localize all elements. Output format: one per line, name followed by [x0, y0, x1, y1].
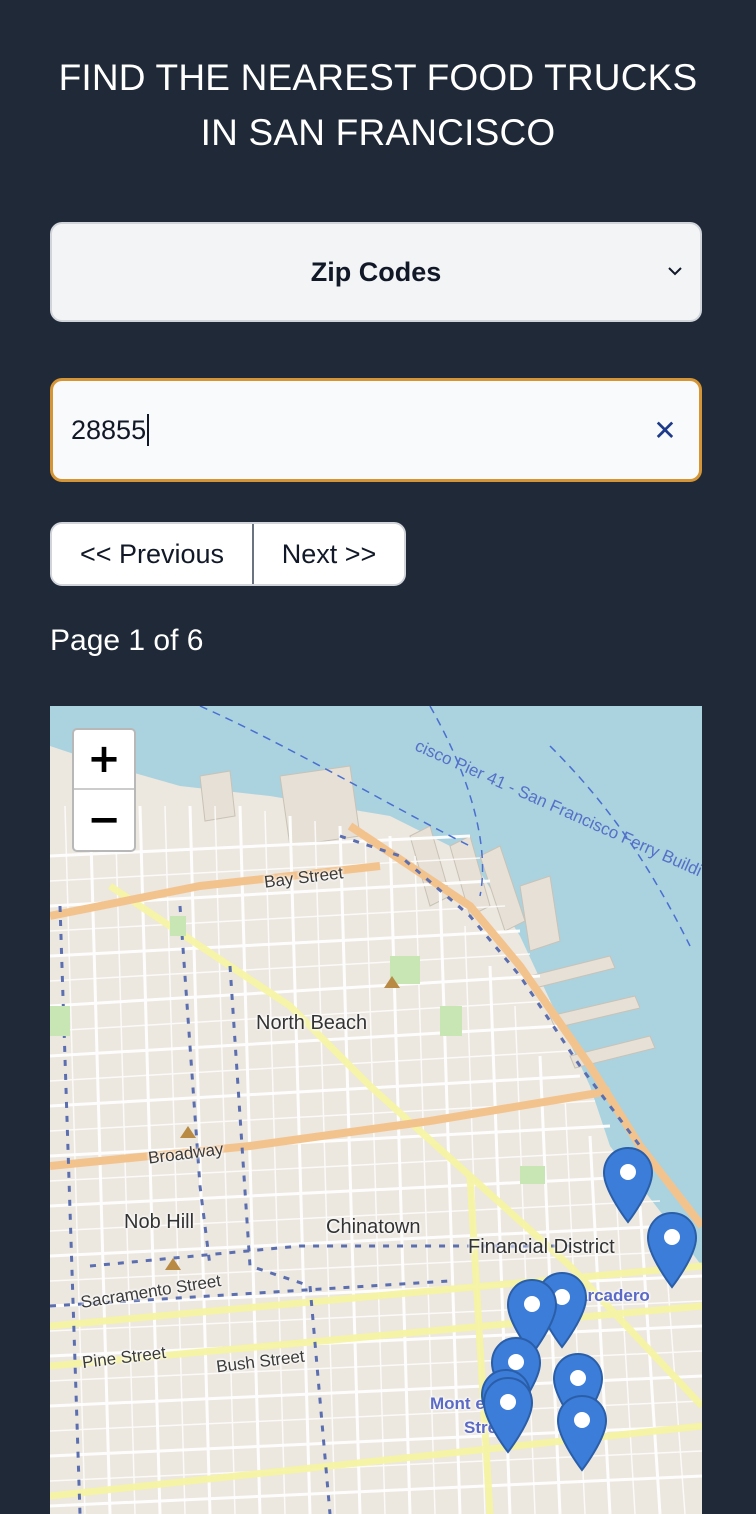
map-marker-icon[interactable]: [556, 1394, 608, 1474]
search-input-value: 28855: [71, 414, 147, 445]
map-marker-icon[interactable]: [482, 1376, 534, 1456]
filter-select-value: Zip Codes: [310, 256, 442, 287]
pagination-controls: << Previous Next >>: [50, 522, 406, 586]
chevron-down-icon: [668, 267, 682, 276]
map-label-north-beach: North Beach: [256, 1012, 368, 1034]
map-label-chinatown: Chinatown: [326, 1216, 421, 1238]
map-view[interactable]: + − cisco Pier 41 - San Francisco Ferry …: [50, 706, 702, 1514]
text-caret: [147, 414, 150, 446]
map-label-embarcadero: arcadero: [578, 1286, 650, 1305]
zoom-in-button[interactable]: +: [74, 730, 134, 790]
map-marker-icon[interactable]: [646, 1211, 698, 1291]
clear-icon[interactable]: ✕: [653, 417, 677, 445]
next-button[interactable]: Next >>: [254, 524, 404, 584]
zoom-out-button[interactable]: −: [74, 790, 134, 850]
map-label-nob-hill: Nob Hill: [124, 1211, 195, 1233]
title-line-1: FIND THE NEAREST FOOD TRUCKS: [58, 57, 698, 98]
title-line-2: IN SAN FRANCISCO: [200, 112, 556, 153]
search-input[interactable]: 28855 ✕: [50, 378, 702, 482]
map-label-financial-district: Financial District: [468, 1236, 615, 1258]
filter-select[interactable]: Zip Codes: [50, 222, 702, 322]
previous-button[interactable]: << Previous: [52, 524, 254, 584]
page-indicator: Page 1 of 6: [50, 624, 204, 657]
zoom-control: + −: [72, 728, 136, 852]
page-title: FIND THE NEAREST FOOD TRUCKS IN SAN FRAN…: [0, 50, 756, 160]
